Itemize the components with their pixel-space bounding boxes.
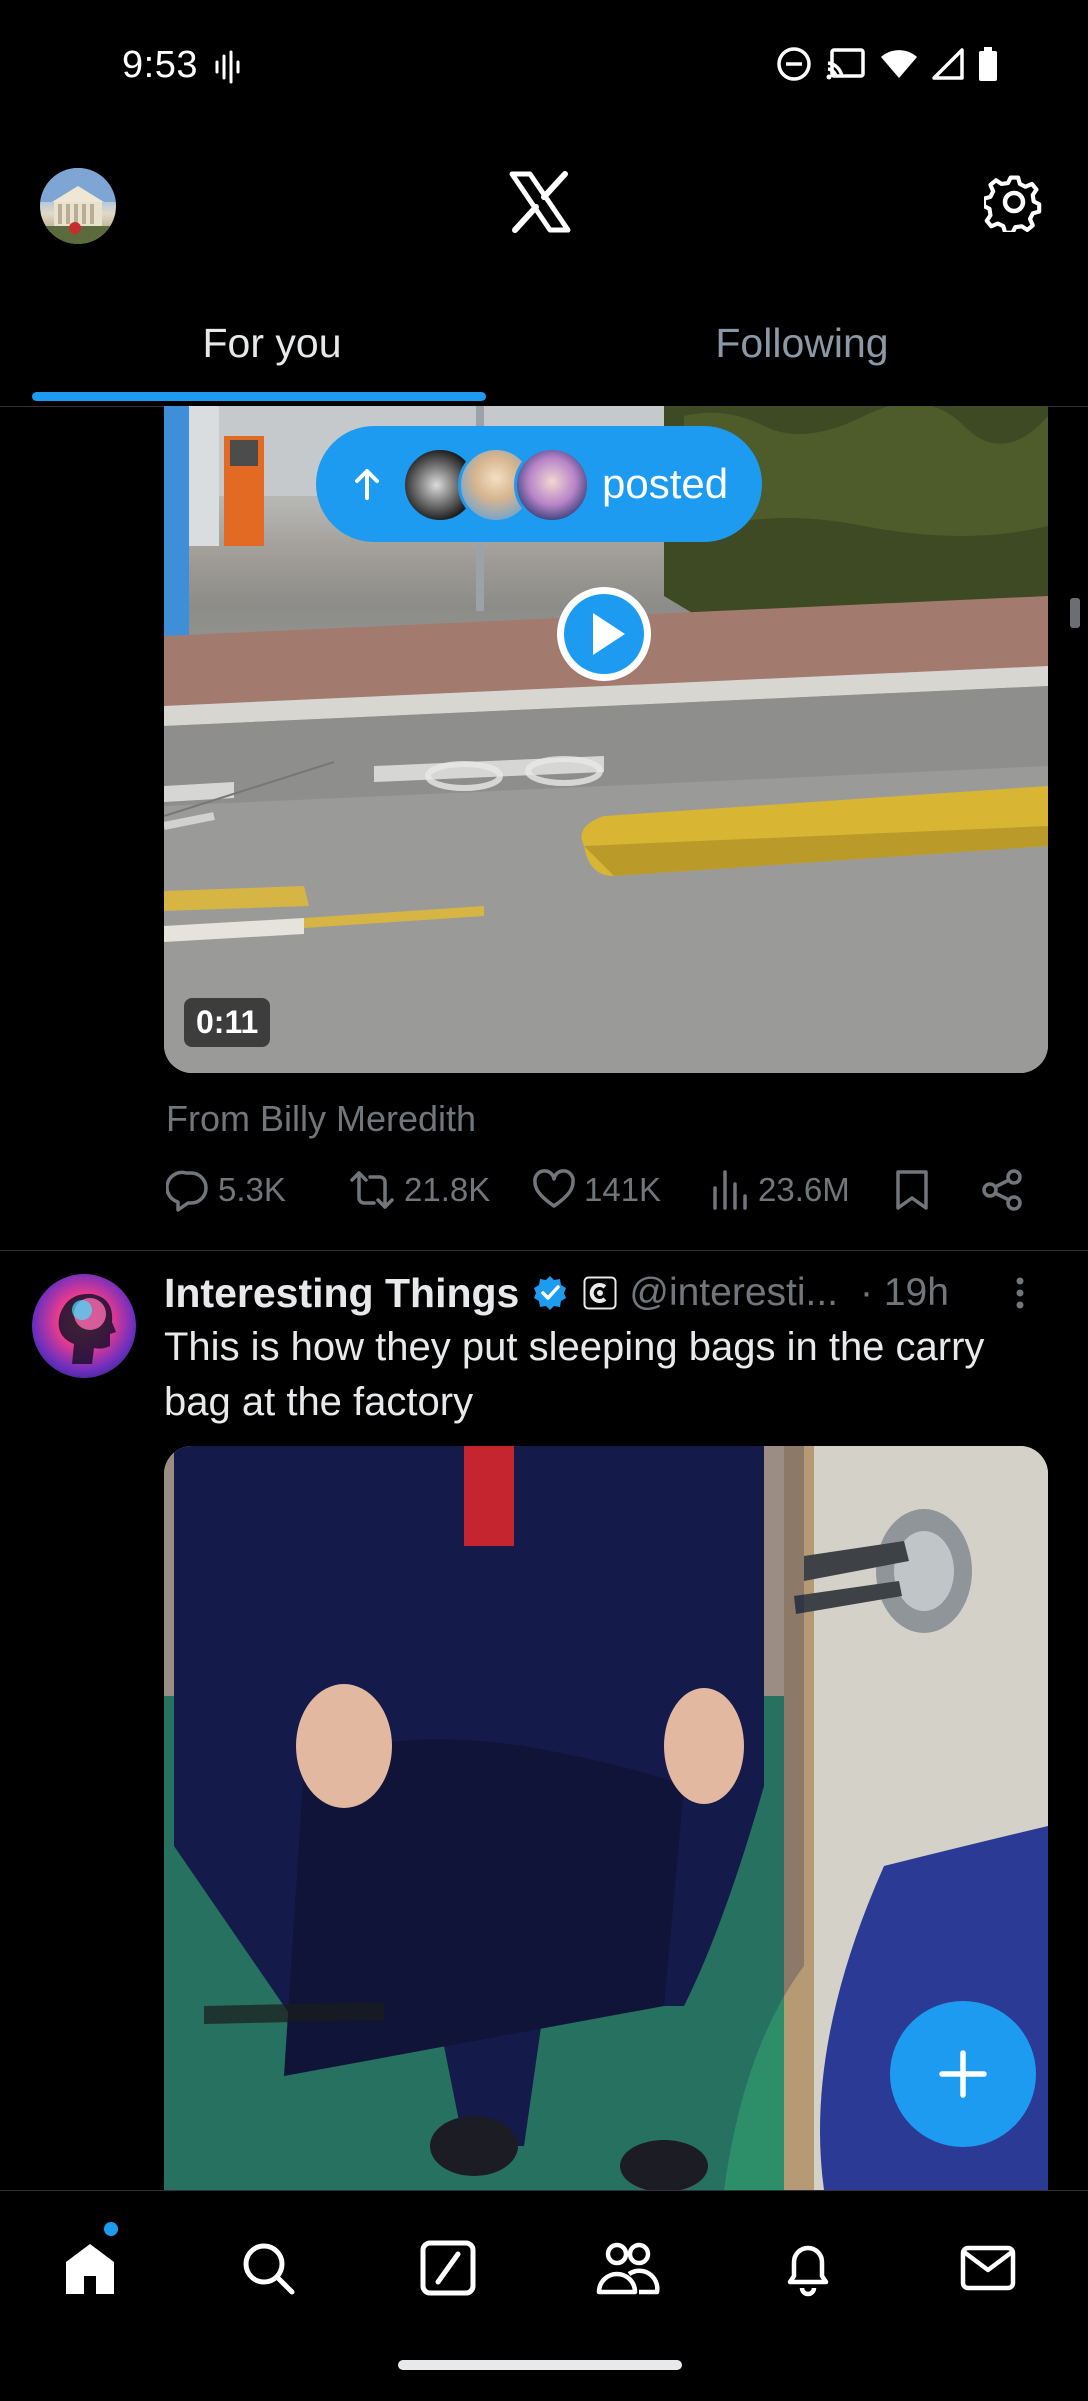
play-button[interactable] bbox=[553, 583, 655, 685]
posted-avatar-3 bbox=[514, 447, 590, 523]
heart-icon bbox=[533, 1169, 575, 1208]
repost-icon bbox=[350, 1171, 394, 1209]
post-author-avatar[interactable] bbox=[32, 1274, 136, 1378]
nav-notifications[interactable] bbox=[768, 2228, 848, 2308]
post-timestamp[interactable]: · 19h bbox=[860, 1271, 949, 1315]
views-button[interactable]: 23.6M bbox=[710, 1168, 850, 1212]
status-time: 9:53 bbox=[122, 44, 198, 86]
view-count: 23.6M bbox=[758, 1171, 850, 1208]
repost-count: 21.8K bbox=[404, 1171, 491, 1208]
wifi-icon bbox=[881, 50, 917, 78]
video-source-attribution[interactable]: From Billy Meredith bbox=[166, 1098, 476, 1140]
notifications-icon bbox=[787, 2245, 829, 2297]
home-new-indicator bbox=[104, 2222, 118, 2236]
new-posts-pill[interactable]: posted bbox=[316, 426, 762, 542]
bookmark-button[interactable] bbox=[894, 1168, 930, 1212]
cast-icon bbox=[826, 48, 865, 80]
reply-button[interactable]: 5.3K bbox=[166, 1168, 286, 1212]
reply-icon bbox=[166, 1170, 208, 1212]
reply-count: 5.3K bbox=[218, 1171, 286, 1208]
nav-communities[interactable] bbox=[588, 2228, 668, 2308]
video-duration: 0:11 bbox=[184, 998, 271, 1047]
repost-button[interactable]: 21.8K bbox=[348, 1168, 490, 1212]
bookmark-icon bbox=[896, 1170, 928, 1210]
share-button[interactable] bbox=[980, 1168, 1024, 1212]
home-icon bbox=[66, 2244, 114, 2294]
post-text: This is how they put sleeping bags in th… bbox=[164, 1325, 985, 1424]
views-icon bbox=[713, 1170, 747, 1210]
post-divider bbox=[0, 1250, 1088, 1251]
profile-avatar[interactable] bbox=[40, 168, 116, 244]
tab-following[interactable]: Following bbox=[530, 290, 1074, 406]
do-not-disturb-icon bbox=[777, 47, 811, 81]
author-handle[interactable]: @interesti... bbox=[629, 1271, 838, 1315]
timeline-tabs: For you Following bbox=[0, 290, 1088, 407]
post-header: Interesting Things @interesti... · 19h bbox=[164, 1268, 1044, 1318]
tab-indicator bbox=[32, 392, 486, 401]
signal-icon bbox=[932, 48, 964, 80]
x-logo-icon[interactable] bbox=[508, 170, 572, 234]
battery-icon bbox=[979, 47, 997, 81]
gesture-home-indicator[interactable] bbox=[398, 2360, 682, 2370]
nav-search[interactable] bbox=[228, 2228, 308, 2308]
messages-icon bbox=[960, 2245, 1016, 2291]
nav-home[interactable] bbox=[50, 2228, 130, 2308]
search-icon bbox=[243, 2243, 295, 2295]
affiliate-badge-icon bbox=[583, 1276, 617, 1310]
nav-messages[interactable] bbox=[948, 2228, 1028, 2308]
plus-icon bbox=[939, 2050, 987, 2098]
status-icons bbox=[776, 46, 998, 82]
verified-badge-icon bbox=[534, 1276, 567, 1310]
author-name[interactable]: Interesting Things bbox=[164, 1270, 519, 1317]
compose-post-button[interactable] bbox=[890, 2001, 1036, 2147]
arrow-up-icon bbox=[355, 469, 379, 500]
tab-for-you[interactable]: For you bbox=[0, 290, 544, 406]
gear-icon[interactable] bbox=[981, 172, 1044, 235]
more-options-icon[interactable] bbox=[1010, 1273, 1030, 1313]
posted-label: posted bbox=[602, 460, 729, 507]
vibrate-icon bbox=[214, 50, 242, 89]
like-button[interactable]: 141K bbox=[532, 1168, 661, 1212]
posted-avatars bbox=[402, 447, 590, 523]
share-icon bbox=[982, 1169, 1022, 1211]
communities-icon bbox=[596, 2242, 660, 2295]
scrollbar-thumb[interactable] bbox=[1070, 598, 1080, 628]
nav-grok[interactable] bbox=[408, 2228, 488, 2308]
like-count: 141K bbox=[584, 1171, 662, 1208]
grok-icon bbox=[420, 2240, 476, 2296]
